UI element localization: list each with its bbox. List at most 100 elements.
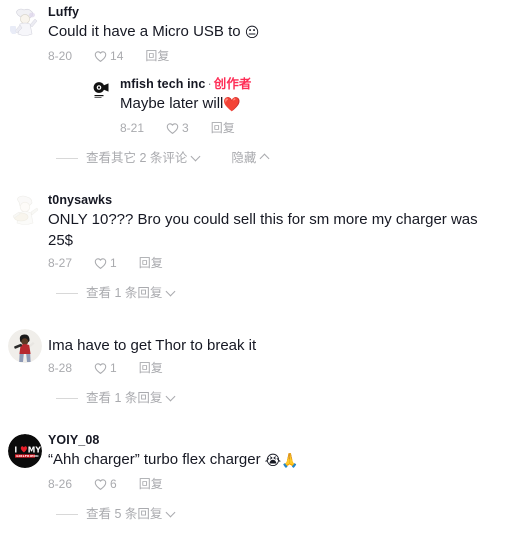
reply-like-count: 3: [182, 121, 189, 135]
reply-date: 8-21: [120, 121, 145, 135]
comment-item: Ima have to get Thor to break it 8-28 1 …: [0, 327, 506, 406]
hide-replies-link[interactable]: 隐藏: [231, 150, 270, 166]
comment-date: 8-27: [48, 256, 73, 270]
heart-outline-icon: [94, 50, 107, 63]
comment-username-text: YOIY_08: [48, 433, 100, 447]
loudly-crying-face-and-folded-hands-emoji: 😭🙏: [264, 453, 299, 469]
like-count: 14: [110, 49, 124, 63]
comment-content-text: “Ahh charger” turbo flex charger: [48, 451, 265, 468]
comment-content: “Ahh charger” turbo flex charger 😭🙏: [48, 449, 498, 472]
reply-content-text: Maybe later will: [120, 95, 224, 112]
view-more-comments-label: 查看其它 2 条评论: [86, 151, 188, 165]
expressionless-face-emoji: 😐: [244, 25, 260, 41]
view-replies-label: 查看 1 条回复: [86, 286, 163, 300]
chevron-down-icon: [167, 508, 176, 517]
comment-main-row: t0nysawks ONLY 10??? Bro you could sell …: [8, 192, 498, 271]
comment-body: YOIY_08 “Ahh charger” turbo flex charger…: [42, 432, 498, 492]
comment-body: t0nysawks ONLY 10??? Bro you could sell …: [42, 192, 498, 271]
reply-content: Maybe later will❤️: [120, 93, 498, 116]
like-count: 6: [110, 477, 117, 491]
comment-content-text: ONLY 10??? Bro you could sell this for s…: [48, 211, 478, 249]
comment-item: I MY GIRLFRIEND YOIY_08 “Ahh charger” tu…: [0, 432, 506, 522]
creator-badge: 创作者: [213, 77, 252, 91]
reply-like-button[interactable]: 3: [166, 120, 189, 136]
view-replies-label: 查看 5 条回复: [86, 507, 163, 521]
avatar-mfish-tech-inc[interactable]: [88, 77, 114, 103]
like-button[interactable]: 1: [94, 360, 117, 376]
avatar-luffy[interactable]: [8, 6, 42, 40]
avatar-mfish-tech-inc-image: [88, 77, 114, 103]
avatar-thor-user[interactable]: [8, 329, 42, 363]
comment-username[interactable]: YOIY_08: [48, 432, 498, 448]
expander-row: 查看 1 条回复: [56, 390, 498, 406]
red-heart-emoji: ❤️: [223, 97, 241, 113]
reply-button[interactable]: 回复: [145, 48, 169, 64]
like-button[interactable]: 14: [94, 48, 123, 64]
expander-dash: [56, 397, 78, 399]
avatar-t0nysawks-image: [8, 194, 42, 228]
reply-body: mfish tech inc · 创作者 Maybe later will❤️ 8-…: [114, 76, 498, 136]
comment-username-text: t0nysawks: [48, 193, 113, 207]
reply-username-separator: ·: [207, 77, 212, 91]
comment-username[interactable]: Luffy: [48, 4, 498, 20]
comment-body: Ima have to get Thor to break it 8-28 1 …: [42, 327, 498, 376]
chevron-down-icon: [167, 287, 176, 296]
expander-row: 查看 1 条回复: [56, 285, 498, 301]
reply-button[interactable]: 回复: [139, 255, 163, 271]
comment-content-text: Ima have to get Thor to break it: [48, 337, 257, 354]
avatar-yoiy-08-image: I MY GIRLFRIEND: [8, 434, 42, 468]
svg-text:GIRLFRIEND: GIRLFRIEND: [16, 454, 39, 458]
comment-content: Could it have a Micro USB to 😐: [48, 21, 498, 44]
comment-username-text: Luffy: [48, 5, 80, 19]
reply-username-text: mfish tech inc: [120, 77, 206, 91]
reply-button[interactable]: 回复: [139, 360, 163, 376]
reply-button[interactable]: 回复: [211, 120, 235, 136]
like-button[interactable]: 1: [94, 255, 117, 271]
reply-meta-row: 8-21 3 回复: [120, 120, 498, 136]
comment-date: 8-26: [48, 477, 73, 491]
heart-outline-icon: [94, 362, 107, 375]
heart-outline-icon: [166, 122, 179, 135]
comment-content-text: Could it have a Micro USB to: [48, 23, 245, 40]
chevron-up-icon: [261, 152, 270, 161]
comment-main-row: Luffy Could it have a Micro USB to 😐 8-2…: [8, 4, 498, 136]
avatar-t0nysawks[interactable]: [8, 194, 42, 228]
heart-outline-icon: [94, 257, 107, 270]
comment-meta-row: 8-28 1 回复: [48, 360, 498, 376]
expander-dash: [56, 157, 78, 159]
avatar-yoiy-08[interactable]: I MY GIRLFRIEND: [8, 434, 42, 468]
comment-username[interactable]: t0nysawks: [48, 192, 498, 208]
comment-date: 8-20: [48, 49, 73, 63]
like-count: 1: [110, 256, 117, 270]
like-button[interactable]: 6: [94, 476, 117, 492]
view-replies-label: 查看 1 条回复: [86, 391, 163, 405]
comment-item: t0nysawks ONLY 10??? Bro you could sell …: [0, 192, 506, 301]
reply-button[interactable]: 回复: [139, 476, 163, 492]
comment-body: Luffy Could it have a Micro USB to 😐 8-2…: [42, 4, 498, 136]
expander-dash: [56, 292, 78, 294]
view-replies-link[interactable]: 查看 5 条回复: [86, 506, 176, 522]
view-replies-link[interactable]: 查看 1 条回复: [86, 285, 176, 301]
comment-item: Luffy Could it have a Micro USB to 😐 8-2…: [0, 4, 506, 166]
comment-main-row: Ima have to get Thor to break it 8-28 1 …: [8, 327, 498, 376]
comment-meta-row: 8-27 1 回复: [48, 255, 498, 271]
view-replies-link[interactable]: 查看 1 条回复: [86, 390, 176, 406]
comment-content: Ima have to get Thor to break it: [48, 335, 498, 356]
chevron-down-icon: [192, 152, 201, 161]
expander-row: 查看其它 2 条评论 隐藏: [56, 150, 498, 166]
expander-dash: [56, 513, 78, 515]
expander-row: 查看 5 条回复: [56, 506, 498, 522]
hide-replies-label: 隐藏: [231, 151, 257, 165]
chevron-down-icon: [167, 392, 176, 401]
comment-meta-row: 8-26 6 回复: [48, 476, 498, 492]
heart-outline-icon: [94, 478, 107, 491]
reply-username[interactable]: mfish tech inc · 创作者: [120, 76, 498, 92]
reply-item: mfish tech inc · 创作者 Maybe later will❤️ 8-…: [88, 76, 498, 136]
comment-content: ONLY 10??? Bro you could sell this for s…: [48, 209, 498, 251]
avatar-thor-user-image: [8, 329, 42, 363]
avatar-luffy-image: [8, 6, 42, 40]
view-more-comments-link[interactable]: 查看其它 2 条评论: [86, 150, 201, 166]
